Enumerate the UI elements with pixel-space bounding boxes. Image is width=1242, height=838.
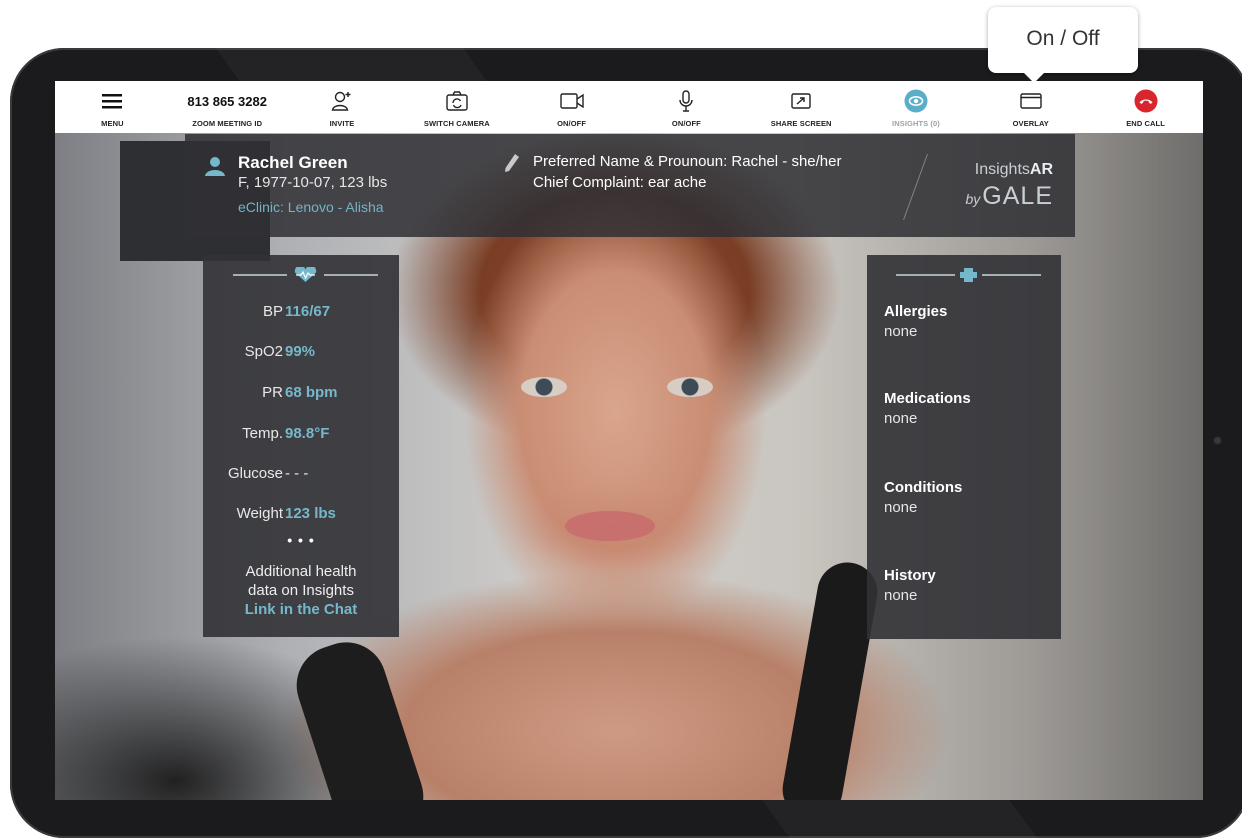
history-label: History <box>884 567 936 584</box>
additional-data-line1: Additional health <box>245 563 357 580</box>
patient-eye-right <box>667 377 713 397</box>
video-camera-icon <box>559 89 584 113</box>
vital-label: BP <box>262 303 283 320</box>
chief-complaint: Chief Complaint: ear ache <box>533 174 707 191</box>
meeting-id-label: ZOOM MEETING ID <box>192 119 263 128</box>
mic-toggle-label: ON/OFF <box>671 119 701 128</box>
additional-data-text: Additional health data on Insights <box>203 562 399 600</box>
vital-value: 116/67 <box>285 303 331 320</box>
history-value: none <box>884 410 918 427</box>
invite-button[interactable]: INVITE <box>285 81 400 133</box>
brand-by-text: by <box>965 191 981 207</box>
brand-gale-text: GALE <box>982 182 1053 210</box>
menu-label: MENU <box>101 119 124 128</box>
patient-demographics: F, 1977-10-07, 123 lbs <box>238 174 388 191</box>
brand-ar-text: AR <box>1029 161 1053 178</box>
vital-value: - - - <box>285 465 309 482</box>
overlay-label: OVERLAY <box>1012 119 1049 128</box>
history-value: none <box>884 587 918 604</box>
patient-clinic: eClinic: Lenovo - Alisha <box>238 199 384 215</box>
brand-logo-line1: InsightsAR <box>975 161 1053 179</box>
hang-up-icon <box>1134 89 1158 113</box>
switch-camera-button[interactable]: SWITCH CAMERA <box>399 81 514 133</box>
overlay-button[interactable]: OVERLAY <box>973 81 1088 133</box>
microphone-icon <box>678 89 694 113</box>
vital-value: 99% <box>285 343 316 360</box>
pencil-icon <box>504 153 520 178</box>
camera-switch-icon <box>446 89 468 113</box>
chat-link[interactable]: Link in the Chat <box>203 601 399 618</box>
history-label: Medications <box>884 390 971 407</box>
more-dots: • • • <box>287 532 315 548</box>
vital-label: Weight <box>236 505 283 522</box>
insights-label: INSIGHTS (0) <box>892 119 940 128</box>
vital-value: 98.8°F <box>285 425 330 442</box>
history-value: none <box>884 323 918 340</box>
share-screen-button[interactable]: SHARE SCREEN <box>744 81 859 133</box>
call-toolbar: MENU 813 865 3282 ZOOM MEETING ID INVITE… <box>55 81 1203 133</box>
additional-data-line2: data on Insights <box>248 582 354 599</box>
eye-icon <box>904 89 928 113</box>
brand-insights-text: Insights <box>974 161 1030 178</box>
zoom-meeting-id[interactable]: 813 865 3282 ZOOM MEETING ID <box>170 81 285 133</box>
brand-logo-line2: byGALE <box>966 182 1054 211</box>
vital-label: Glucose <box>227 465 283 482</box>
switch-camera-label: SWITCH CAMERA <box>423 119 490 128</box>
mic-toggle-button[interactable]: ON/OFF <box>629 81 744 133</box>
meeting-id-value: 813 865 3282 <box>187 93 267 109</box>
patient-lips <box>565 511 655 541</box>
vital-value: 123 lbs <box>285 505 336 522</box>
medical-history-panel: Allergies none Medications none Conditio… <box>867 255 1061 639</box>
vital-label: PR <box>262 384 283 401</box>
invite-label: INVITE <box>329 119 355 128</box>
overlay-tooltip: On / Off <box>988 7 1138 83</box>
tooltip-text: On / Off <box>1026 27 1100 50</box>
vital-value: 68 bpm <box>285 384 338 401</box>
add-person-icon <box>331 89 353 113</box>
share-screen-icon <box>791 89 811 113</box>
share-screen-label: SHARE SCREEN <box>770 119 832 128</box>
person-icon <box>205 156 225 181</box>
patient-name: Rachel Green <box>238 153 348 172</box>
video-toggle-label: ON/OFF <box>557 119 587 128</box>
history-value: none <box>884 499 918 516</box>
hamburger-icon <box>102 89 123 113</box>
menu-button[interactable]: MENU <box>55 81 170 133</box>
history-label: Allergies <box>884 303 948 320</box>
heart-pulse-icon <box>233 265 378 283</box>
end-call-button[interactable]: END CALL <box>1088 81 1203 133</box>
video-toggle-button[interactable]: ON/OFF <box>514 81 629 133</box>
window-icon <box>1020 89 1042 113</box>
preferred-name-pronoun: Preferred Name & Prounoun: Rachel - she/… <box>533 153 842 170</box>
patient-eye-left <box>521 377 567 397</box>
brand-divider <box>903 153 928 221</box>
tablet-camera <box>1213 436 1222 445</box>
insights-button[interactable]: INSIGHTS (0) <box>859 81 974 133</box>
vital-label: SpO2 <box>244 343 283 360</box>
patient-header: Rachel Green F, 1977-10-07, 123 lbs eCli… <box>185 134 1075 237</box>
medical-cross-icon <box>896 267 1041 283</box>
vital-label: Temp. <box>242 425 283 442</box>
vitals-panel: BP 116/67 SpO2 99% PR 68 bpm Temp. 98.8°F Gl… <box>203 255 399 637</box>
history-label: Conditions <box>884 479 963 496</box>
video-screen: MENU 813 865 3282 ZOOM MEETING ID INVITE… <box>55 81 1203 800</box>
end-call-label: END CALL <box>1126 119 1165 128</box>
